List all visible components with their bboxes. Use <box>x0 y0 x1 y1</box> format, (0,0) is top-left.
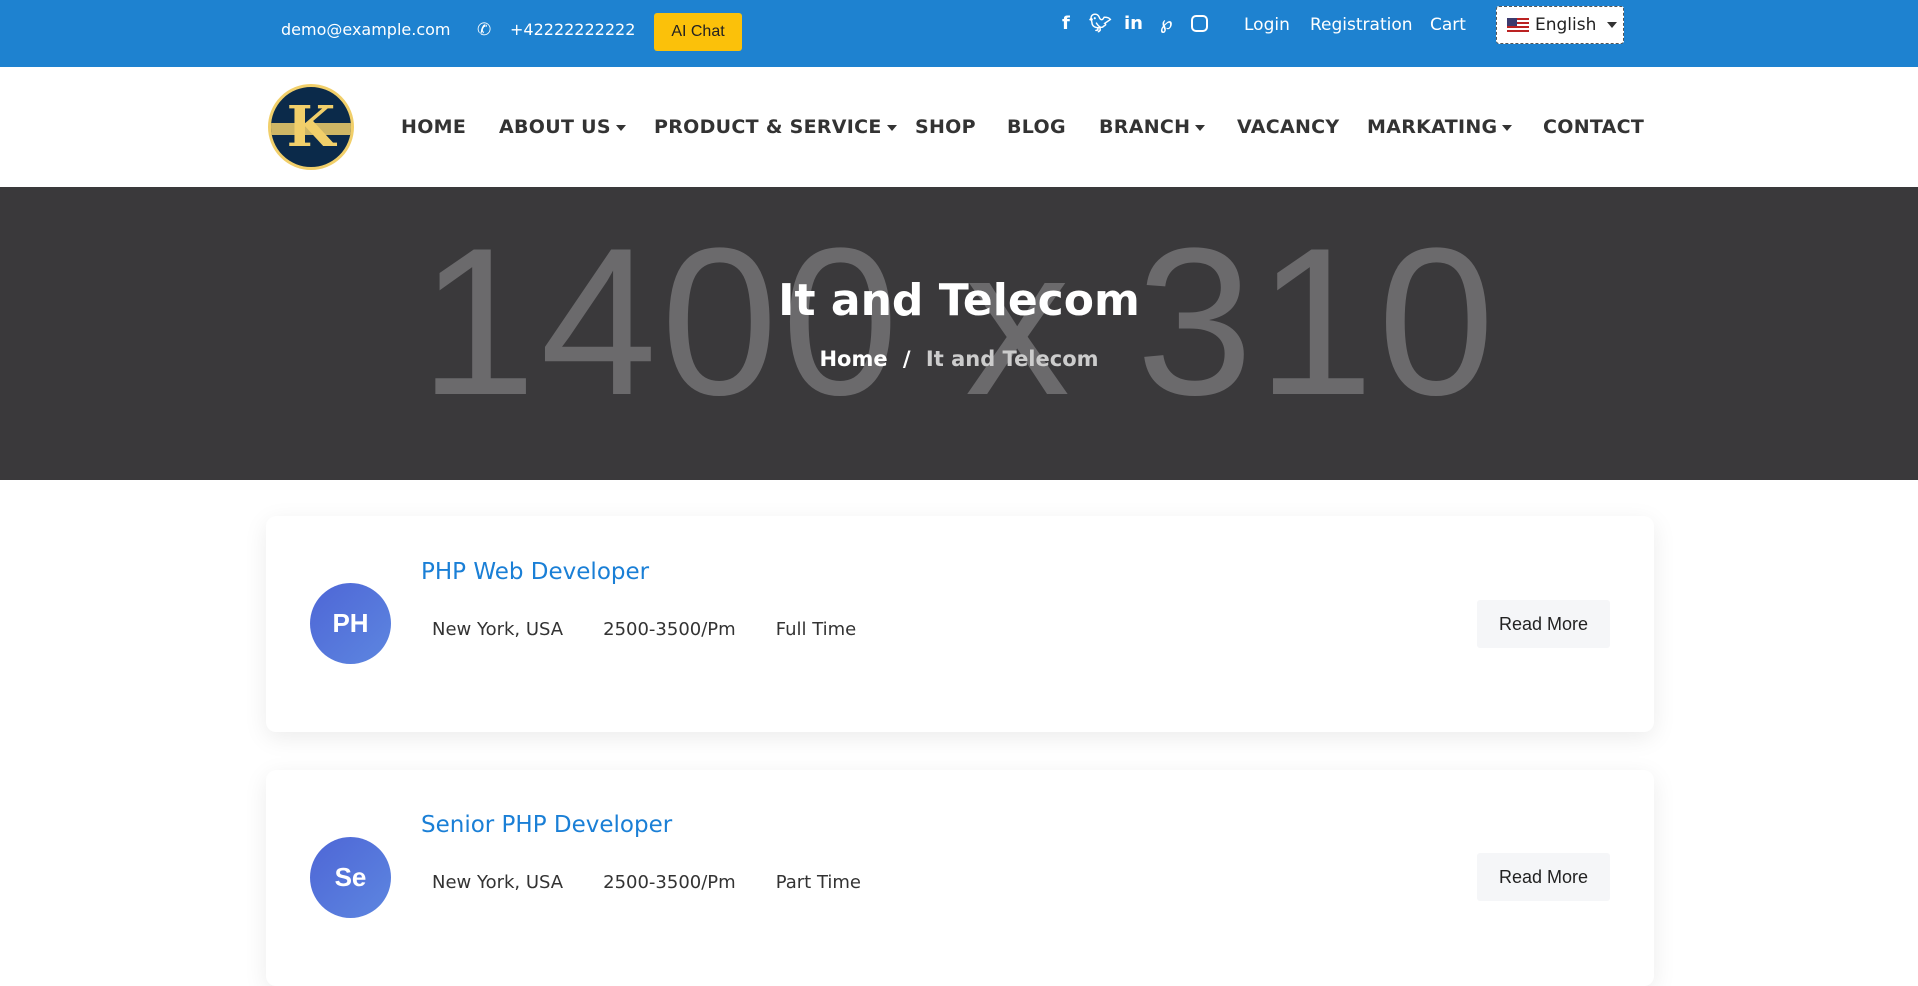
job-avatar: Se <box>310 837 391 918</box>
nav-about-us[interactable]: ABOUT US <box>499 116 626 138</box>
breadcrumb-separator: / <box>902 347 911 371</box>
nav-blog[interactable]: BLOG <box>1007 116 1066 138</box>
us-flag-icon <box>1507 18 1529 32</box>
caret-down-icon <box>886 124 897 131</box>
nav-markating[interactable]: MARKATING <box>1367 116 1513 138</box>
top-bar: demo@example.com ✆ +42222222222 AI Chat … <box>0 0 1918 67</box>
job-type: Full Time <box>775 619 857 640</box>
twitter-icon[interactable]: 🐦︎ <box>1089 13 1112 34</box>
breadcrumb-current: It and Telecom <box>925 347 1099 371</box>
page-banner: 1400 x 310 It and Telecom Home / It and … <box>0 187 1918 480</box>
read-more-button[interactable]: Read More <box>1477 600 1610 648</box>
ai-chat-button[interactable]: AI Chat <box>654 13 742 51</box>
language-dropdown[interactable]: English <box>1496 6 1624 44</box>
job-card: PH PHP Web Developer New York, USA 2500-… <box>266 516 1654 732</box>
nav-product-service[interactable]: PRODUCT & SERVICE <box>654 116 897 138</box>
instagram-icon[interactable] <box>1191 15 1208 32</box>
registration-link[interactable]: Registration <box>1310 15 1413 35</box>
job-card: Se Senior PHP Developer New York, USA 25… <box>266 770 1654 986</box>
caret-down-icon <box>1195 124 1206 131</box>
read-more-button[interactable]: Read More <box>1477 853 1610 901</box>
job-location: New York, USA <box>432 619 564 640</box>
nav-contact[interactable]: CONTACT <box>1543 116 1644 138</box>
login-link[interactable]: Login <box>1244 15 1290 35</box>
nav-branch[interactable]: BRANCH <box>1099 116 1206 138</box>
job-salary: 2500-3500/Pm <box>603 872 736 893</box>
job-location: New York, USA <box>432 872 564 893</box>
job-title-link[interactable]: PHP Web Developer <box>421 559 649 585</box>
linkedin-icon[interactable]: in <box>1124 13 1143 34</box>
job-type: Part Time <box>775 872 862 893</box>
breadcrumb: Home / It and Telecom <box>0 347 1918 371</box>
caret-down-icon <box>615 124 626 131</box>
job-meta: New York, USA 2500-3500/Pm Part Time <box>432 872 861 893</box>
job-meta: New York, USA 2500-3500/Pm Full Time <box>432 619 856 640</box>
page-title: It and Telecom <box>778 275 1140 326</box>
job-avatar: PH <box>310 583 391 664</box>
nav-vacancy[interactable]: VACANCY <box>1237 116 1339 138</box>
pinterest-icon[interactable]: ℘ <box>1160 13 1173 34</box>
nav-home[interactable]: HOME <box>401 116 466 138</box>
cart-link[interactable]: Cart <box>1430 15 1466 35</box>
phone-link[interactable]: +42222222222 <box>510 20 635 39</box>
chevron-down-icon <box>1607 22 1618 28</box>
language-label: English <box>1535 15 1597 35</box>
email-link[interactable]: demo@example.com <box>281 20 451 39</box>
phone-icon: ✆ <box>477 20 492 40</box>
main-nav: K HOME ABOUT US PRODUCT & SERVICE SHOP B… <box>0 67 1918 187</box>
nav-shop[interactable]: SHOP <box>915 116 976 138</box>
breadcrumb-home[interactable]: Home <box>819 347 887 371</box>
job-title-link[interactable]: Senior PHP Developer <box>421 812 672 838</box>
caret-down-icon <box>1502 124 1513 131</box>
facebook-icon[interactable]: f <box>1062 13 1070 34</box>
job-salary: 2500-3500/Pm <box>603 619 736 640</box>
site-logo[interactable]: K <box>268 84 354 170</box>
